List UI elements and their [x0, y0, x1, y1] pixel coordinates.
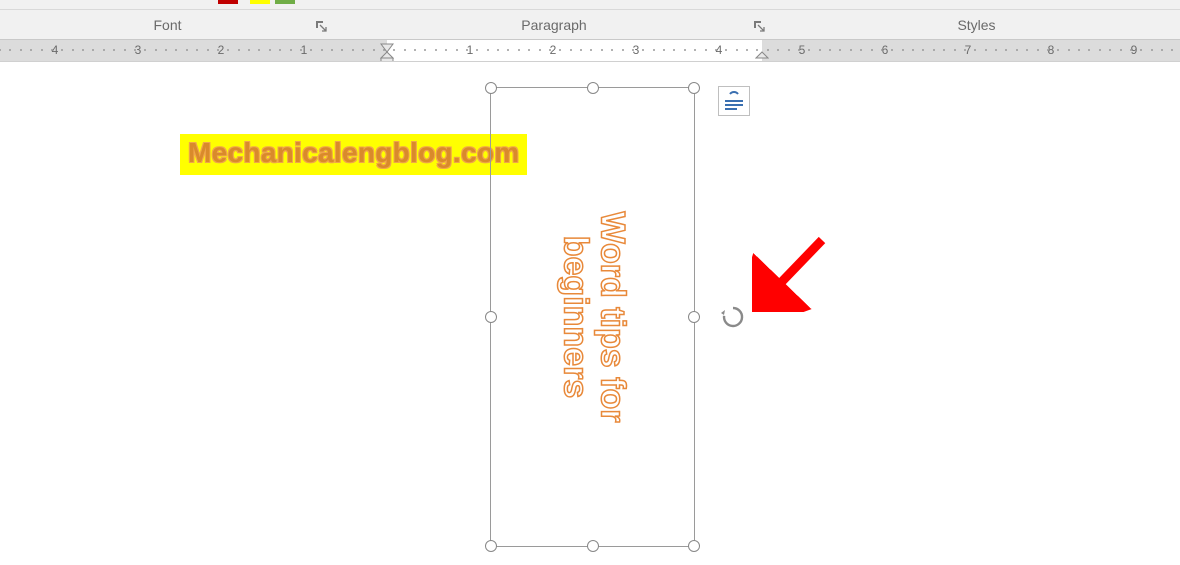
textbox-line1: Word tips for [593, 212, 631, 423]
ribbon-group-styles-label: Styles [957, 17, 995, 33]
resize-handle-ne[interactable] [688, 82, 700, 94]
watermark-text: Mechanicalengblog.com [180, 134, 527, 175]
ribbon-group-font-label: Font [153, 17, 181, 33]
left-indent-marker[interactable] [380, 50, 394, 62]
selected-textbox[interactable]: Word tips for beginners [490, 87, 695, 547]
rotate-handle-icon[interactable] [720, 304, 746, 330]
resize-handle-nw[interactable] [485, 82, 497, 94]
textbox-line2: beginners [555, 212, 592, 423]
layout-options-button[interactable] [718, 86, 750, 116]
font-dialog-launcher[interactable] [314, 19, 328, 33]
ribbon-group-styles: Styles [773, 10, 1180, 39]
document-canvas[interactable]: Mechanicalengblog.com Word tips for begi… [0, 62, 1180, 565]
annotation-arrow [752, 232, 832, 312]
resize-handle-e[interactable] [688, 311, 700, 323]
ribbon-group-paragraph: Paragraph [335, 10, 773, 39]
resize-handle-w[interactable] [485, 311, 497, 323]
textbox-wordart[interactable]: Word tips for beginners [555, 212, 630, 423]
first-line-indent-marker[interactable] [380, 40, 394, 50]
ribbon-top-strip [0, 0, 1180, 10]
color-swatch [275, 0, 295, 4]
resize-handle-se[interactable] [688, 540, 700, 552]
paragraph-dialog-launcher[interactable] [752, 19, 766, 33]
highlight-color-swatch [250, 0, 270, 4]
font-color-swatch [218, 0, 238, 4]
ribbon-group-paragraph-label: Paragraph [521, 17, 586, 33]
resize-handle-sw[interactable] [485, 540, 497, 552]
resize-handle-s[interactable] [587, 540, 599, 552]
ribbon-group-labels: Font Paragraph Styles [0, 10, 1180, 40]
layout-options-icon [723, 91, 745, 111]
resize-handle-n[interactable] [587, 82, 599, 94]
horizontal-ruler[interactable]: 1234123456789 [0, 40, 1180, 62]
ribbon-group-font: Font [0, 10, 335, 39]
right-indent-marker[interactable] [755, 50, 769, 62]
